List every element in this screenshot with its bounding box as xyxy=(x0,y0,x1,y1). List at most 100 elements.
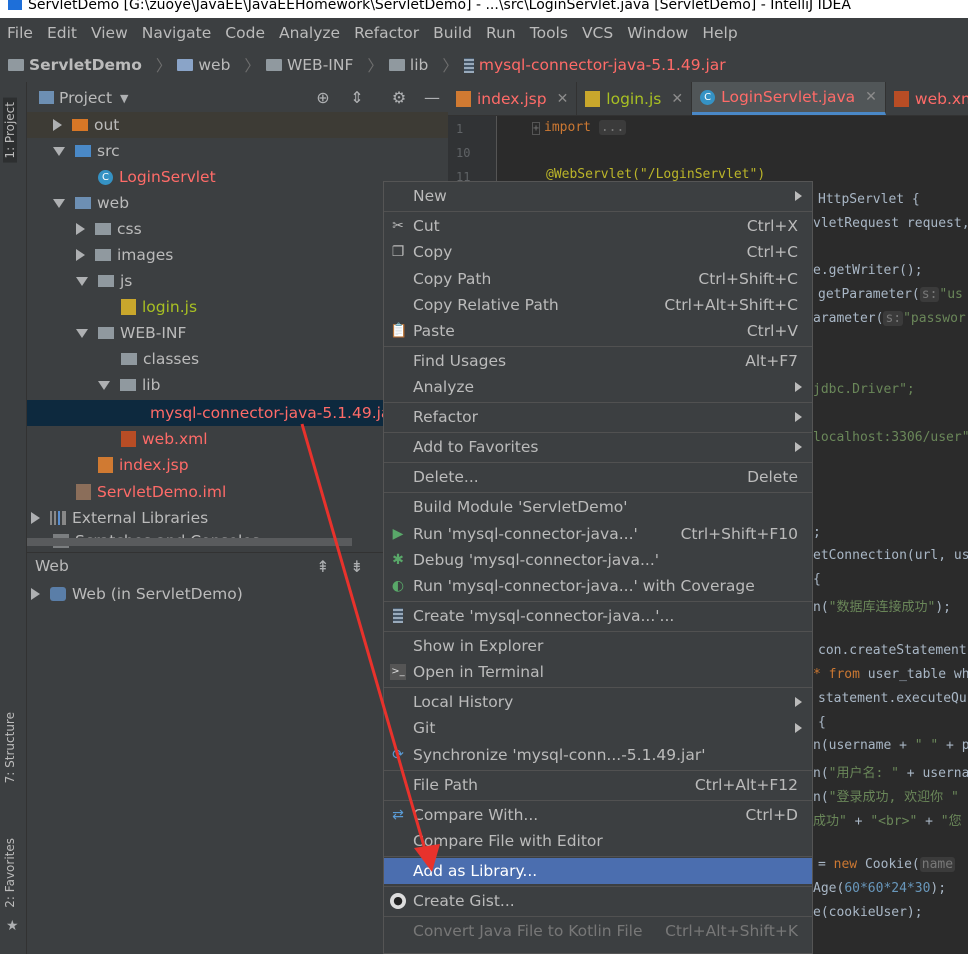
folded-code[interactable]: ... xyxy=(598,120,627,135)
menu-item-show-in-explorer[interactable]: Show in Explorer xyxy=(384,633,812,659)
breadcrumb-item-lib[interactable]: lib xyxy=(388,56,428,74)
sync-icon: ⟳ xyxy=(392,747,404,763)
expand-icon[interactable] xyxy=(76,249,85,261)
menu-item-local-history[interactable]: Local History xyxy=(384,689,812,715)
menu-item-create-gist[interactable]: ● Create Gist... xyxy=(384,888,812,914)
tree-item-login-js[interactable]: login.js xyxy=(121,294,197,320)
tree-item-out[interactable]: out xyxy=(27,112,448,138)
tree-item-web-xml[interactable]: web.xml xyxy=(121,426,208,452)
collapse-icon[interactable] xyxy=(53,146,65,156)
menu-item-paste[interactable]: 📋 Paste Ctrl+V xyxy=(384,318,812,344)
class-icon: C xyxy=(98,169,113,185)
tree-item-external-libraries[interactable]: External Libraries xyxy=(27,505,208,531)
close-icon[interactable]: ✕ xyxy=(671,91,683,107)
collapse-icon[interactable] xyxy=(76,328,88,338)
menu-item-file-path[interactable]: File Path Ctrl+Alt+F12 xyxy=(384,772,812,798)
folder-icon xyxy=(121,353,137,365)
code-line: jdbc.Driver"; xyxy=(813,382,915,397)
tree-item-classes[interactable]: classes xyxy=(121,346,199,372)
menu-help[interactable]: Help xyxy=(695,24,744,42)
menu-item-new[interactable]: New xyxy=(384,183,812,209)
menu-item-run-coverage[interactable]: ◐ Run 'mysql-connector-java...' with Cove… xyxy=(384,573,812,599)
fold-marker-icon[interactable]: + xyxy=(532,122,541,135)
tab-index-jsp[interactable]: index.jsp ✕ xyxy=(448,82,578,115)
project-panel-title[interactable]: Project xyxy=(59,89,112,107)
collapse-all-icon[interactable]: ⇟ xyxy=(347,557,367,577)
menu-file[interactable]: File xyxy=(0,24,40,42)
collapse-icon[interactable] xyxy=(76,276,88,286)
menu-item-compare-with[interactable]: ⇄ Compare With... Ctrl+D xyxy=(384,802,812,828)
close-icon[interactable]: ✕ xyxy=(557,91,569,107)
tree-item-loginservlet[interactable]: C LoginServlet xyxy=(98,164,216,190)
menu-item-debug[interactable]: ✱ Debug 'mysql-connector-java...' xyxy=(384,547,812,573)
collapse-all-icon[interactable]: ⇕ xyxy=(347,88,367,108)
breadcrumb-item-web-inf[interactable]: WEB-INF xyxy=(265,56,353,74)
horizontal-scrollbar[interactable] xyxy=(27,538,352,546)
menu-view[interactable]: View xyxy=(84,24,135,42)
menu-item-delete[interactable]: Delete... Delete xyxy=(384,464,812,490)
menu-item-add-as-library[interactable]: Add as Library... xyxy=(384,858,812,884)
menu-code[interactable]: Code xyxy=(218,24,272,42)
menu-item-copy-path[interactable]: Copy Path Ctrl+Shift+C xyxy=(384,266,812,292)
breadcrumb-item-jar[interactable]: mysql-connector-java-5.1.49.jar xyxy=(463,56,726,74)
expand-icon[interactable] xyxy=(53,119,62,131)
menu-vcs[interactable]: VCS xyxy=(575,24,620,42)
close-icon[interactable]: ✕ xyxy=(865,89,877,105)
breadcrumb-item-project[interactable]: ServletDemo xyxy=(8,56,142,74)
locate-icon[interactable]: ⊕ xyxy=(313,88,333,108)
menu-item-open-in-terminal[interactable]: >_ Open in Terminal xyxy=(384,659,812,685)
tool-tab-project[interactable]: 1: Project xyxy=(3,98,17,163)
tool-tab-favorites[interactable]: 2: Favorites xyxy=(3,838,17,908)
dropdown-icon[interactable]: ▼ xyxy=(120,92,128,105)
tree-item-index-jsp[interactable]: index.jsp xyxy=(98,452,189,478)
tab-login-js[interactable]: login.js ✕ xyxy=(577,82,693,115)
hide-panel-icon[interactable]: — xyxy=(422,88,442,108)
tab-loginservlet-java[interactable]: C LoginServlet.java ✕ xyxy=(692,82,886,115)
tree-item-mysql-jar[interactable]: mysql-connector-java-5.1.49.jar xyxy=(27,400,383,426)
collapse-icon[interactable] xyxy=(53,198,65,208)
expand-icon[interactable] xyxy=(31,512,40,524)
menu-navigate[interactable]: Navigate xyxy=(135,24,219,42)
breadcrumb-item-web[interactable]: web xyxy=(177,56,230,74)
menu-run[interactable]: Run xyxy=(479,24,523,42)
menu-item-build-module[interactable]: Build Module 'ServletDemo' xyxy=(384,494,812,520)
menu-tools[interactable]: Tools xyxy=(523,24,575,42)
menu-item-copy[interactable]: ❐ Copy Ctrl+C xyxy=(384,239,812,265)
menu-item-synchronize[interactable]: ⟳ Synchronize 'mysql-conn...-5.1.49.jar' xyxy=(384,742,812,768)
menu-item-analyze[interactable]: Analyze xyxy=(384,374,812,400)
menu-item-add-to-favorites[interactable]: Add to Favorites xyxy=(384,434,812,460)
tab-web-xml[interactable]: web.xm xyxy=(886,82,968,115)
tree-item-iml[interactable]: ServletDemo.iml xyxy=(76,479,226,505)
menu-item-git[interactable]: Git xyxy=(384,715,812,741)
menu-edit[interactable]: Edit xyxy=(40,24,84,42)
code-token: = xyxy=(818,857,834,872)
menu-analyze[interactable]: Analyze xyxy=(272,24,347,42)
menu-item-refactor[interactable]: Refactor xyxy=(384,404,812,430)
tree-item-images[interactable]: images xyxy=(76,242,173,268)
menu-item-run[interactable]: ▶ Run 'mysql-connector-java...' Ctrl+Shift… xyxy=(384,521,812,547)
tree-item-css[interactable]: css xyxy=(76,216,142,242)
menu-build[interactable]: Build xyxy=(426,24,479,42)
menu-item-compare-file-with-editor[interactable]: Compare File with Editor xyxy=(384,828,812,854)
menu-item-find-usages[interactable]: Find Usages Alt+F7 xyxy=(384,348,812,374)
tree-item-web[interactable]: web xyxy=(27,190,129,216)
menu-item-create-config[interactable]: Create 'mysql-connector-java...'... xyxy=(384,603,812,629)
tree-item-src[interactable]: src xyxy=(27,138,120,164)
folder-icon xyxy=(388,59,405,71)
tree-item-lib[interactable]: lib xyxy=(98,372,160,398)
tool-tab-structure[interactable]: 7: Structure xyxy=(3,712,17,783)
menu-item-cut[interactable]: ✂ Cut Ctrl+X xyxy=(384,213,812,239)
menu-item-copy-relative-path[interactable]: Copy Relative Path Ctrl+Alt+Shift+C xyxy=(384,292,812,318)
expand-icon[interactable] xyxy=(76,223,85,235)
expand-all-icon[interactable]: ⇞ xyxy=(313,557,333,577)
tree-item-web-inf[interactable]: WEB-INF xyxy=(76,320,186,346)
tree-item-js[interactable]: js xyxy=(76,268,132,294)
web-facet-item[interactable]: Web (in ServletDemo) xyxy=(27,581,243,607)
menu-refactor[interactable]: Refactor xyxy=(347,24,426,42)
menu-window[interactable]: Window xyxy=(620,24,695,42)
expand-icon[interactable] xyxy=(31,588,40,600)
terminal-icon: >_ xyxy=(390,664,406,680)
menu-item-convert-to-kotlin[interactable]: Convert Java File to Kotlin File Ctrl+Alt… xyxy=(384,918,812,944)
collapse-icon[interactable] xyxy=(98,380,110,390)
gear-icon[interactable]: ⚙ xyxy=(389,88,409,108)
